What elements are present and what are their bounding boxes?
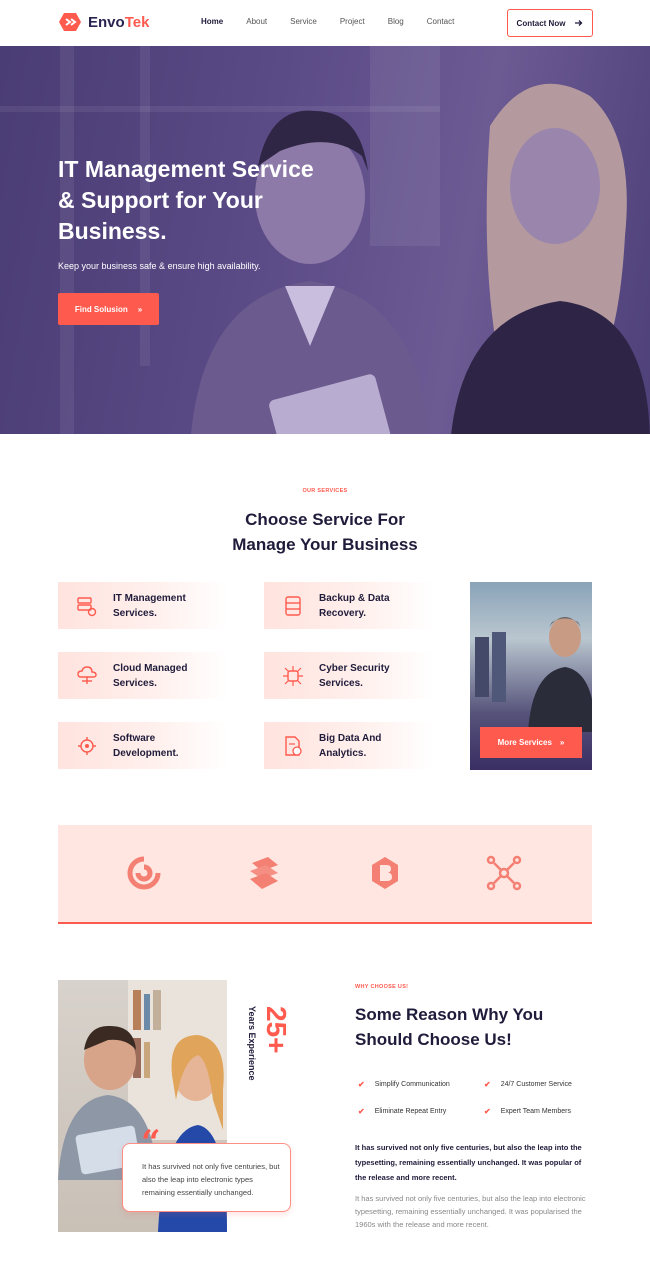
feature-item: ✔ Eliminate Repeat Entry [358,1107,446,1116]
why-paragraph: It has survived not only five centuries,… [355,1194,586,1229]
years-label: Years Experience [247,1006,257,1081]
hero-subtitle: Keep your business safe & ensure high av… [58,261,261,271]
stacked-layers-logo-icon [250,857,278,889]
feature-item: ✔ 24/7 Customer Service [484,1080,572,1089]
more-services-label: More Services [497,738,552,747]
service-card-backup[interactable]: Backup & Data Recovery. [264,582,434,629]
find-solution-button[interactable]: Find Solusion » [58,293,159,325]
find-solution-label: Find Solusion [74,304,128,314]
network-nodes-logo-icon [486,855,522,891]
hero-person-woman [451,83,650,434]
brand-name: EnvoTek [88,13,150,31]
card-title-line2: Analytics. [319,747,367,759]
cloud-network-icon [77,665,97,684]
nav-item-project[interactable]: Project [340,17,365,26]
card-title-line1: Software [113,732,156,744]
card-title-line2: Recovery. [319,607,367,619]
feature-label: 24/7 Customer Service [500,1081,572,1088]
check-icon: ✔ [358,1107,365,1116]
double-chevron-right-icon: » [137,304,143,314]
service-card-big-data[interactable]: Big Data And Analytics. [264,722,434,769]
hero-banner: IT Management Service & Support for Your… [0,46,650,434]
services-title-line1: Choose Service For [245,510,405,529]
top-navbar: EnvoTek Home About Service Project Blog … [0,0,650,46]
hero-title: IT Management Service & Support for Your… [58,156,314,244]
why-bold-text: It has survived not only five centuries,… [355,1143,582,1182]
why-title: Some Reason Why You Should Choose Us! [355,1002,595,1052]
quote-text: It has survived not only five centuries,… [142,1162,280,1197]
quote-icon: “ [141,1123,161,1163]
years-count: 25+ [261,1006,292,1054]
feature-label: Expert Team Members [500,1108,571,1115]
server-settings-icon [77,596,97,616]
arrow-right-icon [575,20,583,26]
logo-mark-icon [59,13,81,31]
logo[interactable]: EnvoTek [58,12,149,32]
card-title-line2: Services. [319,677,363,689]
gear-code-icon [78,736,96,755]
check-icon: ✔ [358,1080,365,1089]
double-chevron-right-icon: » [559,738,565,747]
why-title-line1: Some Reason Why You [355,1005,544,1024]
document-chart-icon [285,735,302,756]
database-icon [285,595,301,616]
services-eyebrow: OUR SERVICES [302,488,348,494]
card-title-line2: Services. [113,607,157,619]
feature-item: ✔ Simplify Communication [358,1080,450,1089]
nav-item-home[interactable]: Home [201,17,223,26]
nav-item-contact[interactable]: Contact [427,17,455,26]
service-card-it-management[interactable]: IT Management Services. [58,582,228,629]
feature-item: ✔ Expert Team Members [484,1107,571,1116]
swirl-logo-icon [127,856,161,890]
security-chip-icon [283,665,303,686]
feature-label: Simplify Communication [374,1081,450,1088]
main-menu: Home About Service Project Blog Contact [201,17,477,26]
why-eyebrow: WHY CHOOSE US! [355,984,409,990]
b-badge-logo-icon [372,857,398,889]
card-title-line2: Development. [113,747,179,759]
check-icon: ✔ [484,1107,491,1116]
service-card-cloud[interactable]: Cloud Managed Services. [58,652,228,699]
services-title-line2: Manage Your Business [232,535,418,554]
nav-item-service[interactable]: Service [290,17,317,26]
more-services-button[interactable]: More Services » [480,727,582,758]
service-card-cyber-security[interactable]: Cyber Security Services. [264,652,434,699]
nav-item-about[interactable]: About [246,17,267,26]
check-icon: ✔ [484,1080,491,1089]
card-title-line1: Cloud Managed [113,662,188,674]
contact-now-button[interactable]: Contact Now [507,9,593,37]
card-title-line2: Services. [113,677,157,689]
card-title-line1: Cyber Security [319,662,390,674]
feature-label: Eliminate Repeat Entry [374,1108,447,1115]
nav-item-blog[interactable]: Blog [388,17,404,26]
card-title-line1: IT Management [113,592,186,604]
contact-now-label: Contact Now [516,18,566,28]
card-title-line1: Backup & Data [319,592,390,604]
hero-person-man [191,110,429,434]
card-title-line1: Big Data And [319,732,382,744]
why-title-line2: Should Choose Us! [355,1030,512,1049]
service-card-software[interactable]: Software Development. [58,722,228,769]
